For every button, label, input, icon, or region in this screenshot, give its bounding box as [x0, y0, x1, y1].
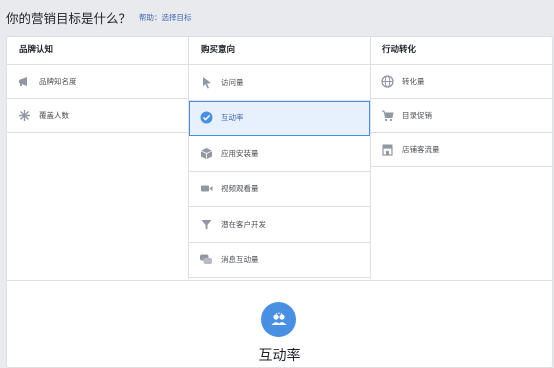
- objective-store-visits[interactable]: 店铺客流量: [370, 133, 552, 167]
- megaphone-icon: [17, 75, 31, 89]
- column-header: 行动转化: [370, 37, 552, 65]
- objective-brand-awareness[interactable]: 品牌知名度: [7, 65, 188, 99]
- objective-conversions[interactable]: 转化量: [370, 65, 552, 99]
- objective-app-installs[interactable]: 应用安装量: [189, 136, 370, 172]
- objective-label: 消息互动量: [221, 255, 259, 265]
- objective-panel: 品牌认知 品牌知名度 覆盖人数 购买意向 访问量 互动率 应用安装量 视频观看量…: [6, 36, 553, 368]
- check-circle-icon: [199, 111, 213, 125]
- objective-label: 应用安装量: [221, 148, 259, 158]
- store-icon: [380, 143, 394, 157]
- objective-label: 店铺客流量: [402, 145, 440, 154]
- objective-lead-generation[interactable]: 潜在客户开发: [189, 207, 370, 243]
- funnel-icon: [199, 217, 213, 231]
- cube-icon: [199, 146, 213, 160]
- selected-objective-summary: 互动率: [7, 280, 552, 367]
- objective-label: 转化量: [402, 77, 425, 86]
- objective-label: 品牌知名度: [39, 77, 77, 86]
- objective-label: 覆盖人数: [39, 111, 69, 120]
- shopping-cart-icon: [380, 109, 394, 123]
- column-header: 品牌认知: [7, 37, 188, 65]
- objective-catalog-sales[interactable]: 目录促销: [370, 99, 552, 133]
- objective-label: 潜在客户开发: [221, 219, 266, 229]
- objective-video-views[interactable]: 视频观看量: [189, 172, 370, 207]
- video-camera-icon: [199, 182, 213, 196]
- column-header: 购买意向: [189, 37, 370, 65]
- people-icon: [261, 302, 296, 337]
- objective-label: 互动率: [221, 113, 244, 123]
- objective-engagement[interactable]: 互动率: [189, 100, 370, 136]
- cursor-icon: [199, 75, 213, 89]
- objective-label: 视频观看量: [221, 184, 259, 194]
- column-consideration: 购买意向 访问量 互动率 应用安装量 视频观看量 潜在客户开发 消息互动量: [188, 37, 371, 279]
- page-title: 你的营销目标是什么？: [6, 10, 132, 26]
- snowflake-icon: [17, 109, 31, 123]
- column-conversion: 行动转化 转化量 目录促销 店铺客流量: [370, 37, 552, 279]
- objective-label: 访问量: [221, 77, 244, 87]
- chat-bubbles-icon: [199, 253, 213, 267]
- help-link[interactable]: 帮助：选择目标: [139, 12, 192, 23]
- selected-objective-label: 互动率: [258, 348, 301, 364]
- objective-traffic[interactable]: 访问量: [189, 65, 370, 101]
- objective-messages[interactable]: 消息互动量: [189, 243, 370, 278]
- header: 你的营销目标是什么？ 帮助：选择目标: [6, 8, 192, 26]
- objective-label: 目录促销: [402, 111, 432, 120]
- globe-icon: [380, 75, 394, 89]
- column-brand-awareness: 品牌认知 品牌知名度 覆盖人数: [7, 37, 188, 279]
- objective-reach[interactable]: 覆盖人数: [7, 99, 188, 133]
